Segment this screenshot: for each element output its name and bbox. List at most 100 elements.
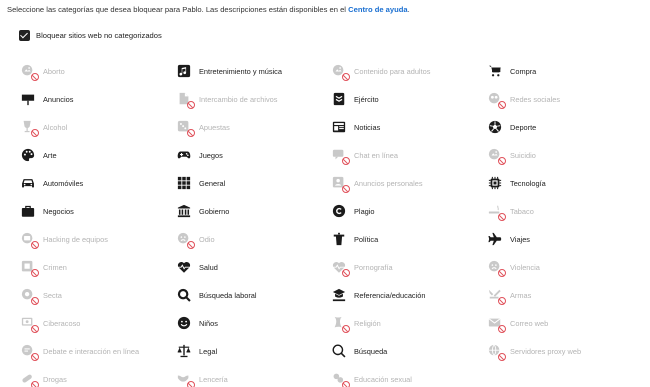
category-label: Tabaco xyxy=(510,206,534,216)
category-item[interactable]: Referencia/educación xyxy=(331,286,426,304)
category-item[interactable]: Correo web xyxy=(487,314,549,333)
category-label: Ejército xyxy=(354,94,379,104)
ball-icon xyxy=(487,119,503,135)
category-item[interactable]: Búsqueda laboral xyxy=(176,286,257,304)
category-label: Correo web xyxy=(510,318,549,328)
category-item[interactable]: Política xyxy=(331,230,378,248)
category-item[interactable]: Niños xyxy=(176,314,218,332)
category-label: Apuestas xyxy=(199,122,230,132)
blocked-icon xyxy=(498,297,506,305)
category-item[interactable]: Entretenimiento y música xyxy=(176,62,282,80)
government-icon xyxy=(176,203,192,219)
blocked-icon xyxy=(31,381,39,387)
blocked-icon xyxy=(187,381,195,387)
blocked-icon xyxy=(187,129,195,137)
category-label: Intercambio de archivos xyxy=(199,94,278,104)
scales-icon xyxy=(176,343,192,359)
job-search-icon xyxy=(176,287,192,303)
category-item[interactable]: Automóviles xyxy=(20,174,83,192)
category-item[interactable]: Lencería xyxy=(176,370,228,387)
social-icon xyxy=(487,91,506,109)
category-label: Lencería xyxy=(199,374,228,384)
smiley-icon xyxy=(176,315,192,331)
category-item[interactable]: Alcohol xyxy=(20,118,67,137)
blocked-icon xyxy=(31,73,39,81)
graduation-icon xyxy=(331,287,347,303)
podium-icon xyxy=(331,231,347,247)
category-item[interactable]: Legal xyxy=(176,342,217,360)
category-item[interactable]: Violencia xyxy=(487,258,540,277)
category-item[interactable]: Búsqueda xyxy=(331,342,387,360)
crime-icon xyxy=(20,259,39,277)
category-item[interactable]: Deporte xyxy=(487,118,536,136)
news-icon xyxy=(331,119,347,135)
proxy-icon xyxy=(487,343,506,361)
category-item[interactable]: Plagio xyxy=(331,202,375,220)
category-item[interactable]: Hacking de equipos xyxy=(20,230,108,249)
category-item[interactable]: Salud xyxy=(176,258,218,276)
category-label: Entretenimiento y música xyxy=(199,66,282,76)
category-label: Suicidio xyxy=(510,150,536,160)
category-item[interactable]: Crimen xyxy=(20,258,67,277)
category-item[interactable]: Suicidio xyxy=(487,146,536,165)
briefcase-icon xyxy=(20,203,36,219)
category-item[interactable]: Armas xyxy=(487,286,531,305)
category-item[interactable]: Noticias xyxy=(331,118,380,136)
blocked-icon xyxy=(342,381,350,387)
category-item[interactable]: Redes sociales xyxy=(487,90,561,109)
category-label: Secta xyxy=(43,290,62,300)
category-item[interactable]: Aborto xyxy=(20,62,65,81)
sex-ed-icon xyxy=(331,371,350,387)
drugs-icon xyxy=(20,371,39,387)
generic-icon xyxy=(487,147,506,165)
alcohol-icon xyxy=(20,119,39,137)
category-item[interactable]: Secta xyxy=(20,286,62,305)
search-icon xyxy=(331,343,347,359)
blocked-icon xyxy=(498,325,506,333)
category-item[interactable]: Viajes xyxy=(487,230,530,248)
category-label: Religión xyxy=(354,318,381,328)
category-label: Compra xyxy=(510,66,537,76)
heart-icon xyxy=(176,259,192,275)
sect-icon xyxy=(20,287,39,305)
blocked-icon xyxy=(342,157,350,165)
category-label: Política xyxy=(354,234,379,244)
category-item[interactable]: Servidores proxy web xyxy=(487,342,581,361)
category-item[interactable]: Apuestas xyxy=(176,118,230,137)
category-item[interactable]: Compra xyxy=(487,62,536,80)
adult-icon xyxy=(331,63,350,81)
category-item[interactable]: Pornografía xyxy=(331,258,393,277)
category-item[interactable]: Religión xyxy=(331,314,381,333)
category-label: Redes sociales xyxy=(510,94,561,104)
music-icon xyxy=(176,63,192,79)
category-item[interactable]: Tecnología xyxy=(487,174,546,192)
category-item[interactable]: Drogas xyxy=(20,370,67,387)
category-item[interactable]: Ciberacoso xyxy=(20,314,81,333)
blocked-icon xyxy=(31,297,39,305)
category-item[interactable]: Gobierno xyxy=(176,202,229,220)
blocked-icon xyxy=(342,325,350,333)
category-item[interactable]: Juegos xyxy=(176,146,223,164)
category-item[interactable]: General xyxy=(176,174,225,192)
palette-icon xyxy=(20,147,36,163)
category-item[interactable]: Chat en línea xyxy=(331,146,398,165)
category-item[interactable]: Debate e interacción en línea xyxy=(20,342,140,361)
category-item[interactable]: Ejército xyxy=(331,90,379,108)
category-item[interactable]: Anuncios xyxy=(20,90,73,108)
category-item[interactable]: Odio xyxy=(176,230,215,249)
category-item[interactable]: Anuncios personales xyxy=(331,174,423,193)
category-label: Debate e interacción en línea xyxy=(43,346,140,356)
category-label: Ciberacoso xyxy=(43,318,81,328)
category-item[interactable]: Negocios xyxy=(20,202,74,220)
category-item[interactable]: Contenido para adultos xyxy=(331,62,430,81)
category-item[interactable]: Tabaco xyxy=(487,202,534,221)
category-item[interactable]: Arte xyxy=(20,146,57,164)
blocked-icon xyxy=(498,353,506,361)
blocked-icon xyxy=(31,325,39,333)
category-label: Crimen xyxy=(43,262,67,272)
category-label: General xyxy=(199,178,226,188)
category-item[interactable]: Intercambio de archivos xyxy=(176,90,278,109)
grid-icon xyxy=(176,175,192,191)
category-item[interactable]: Educación sexual xyxy=(331,370,412,387)
category-label: Violencia xyxy=(510,262,540,272)
